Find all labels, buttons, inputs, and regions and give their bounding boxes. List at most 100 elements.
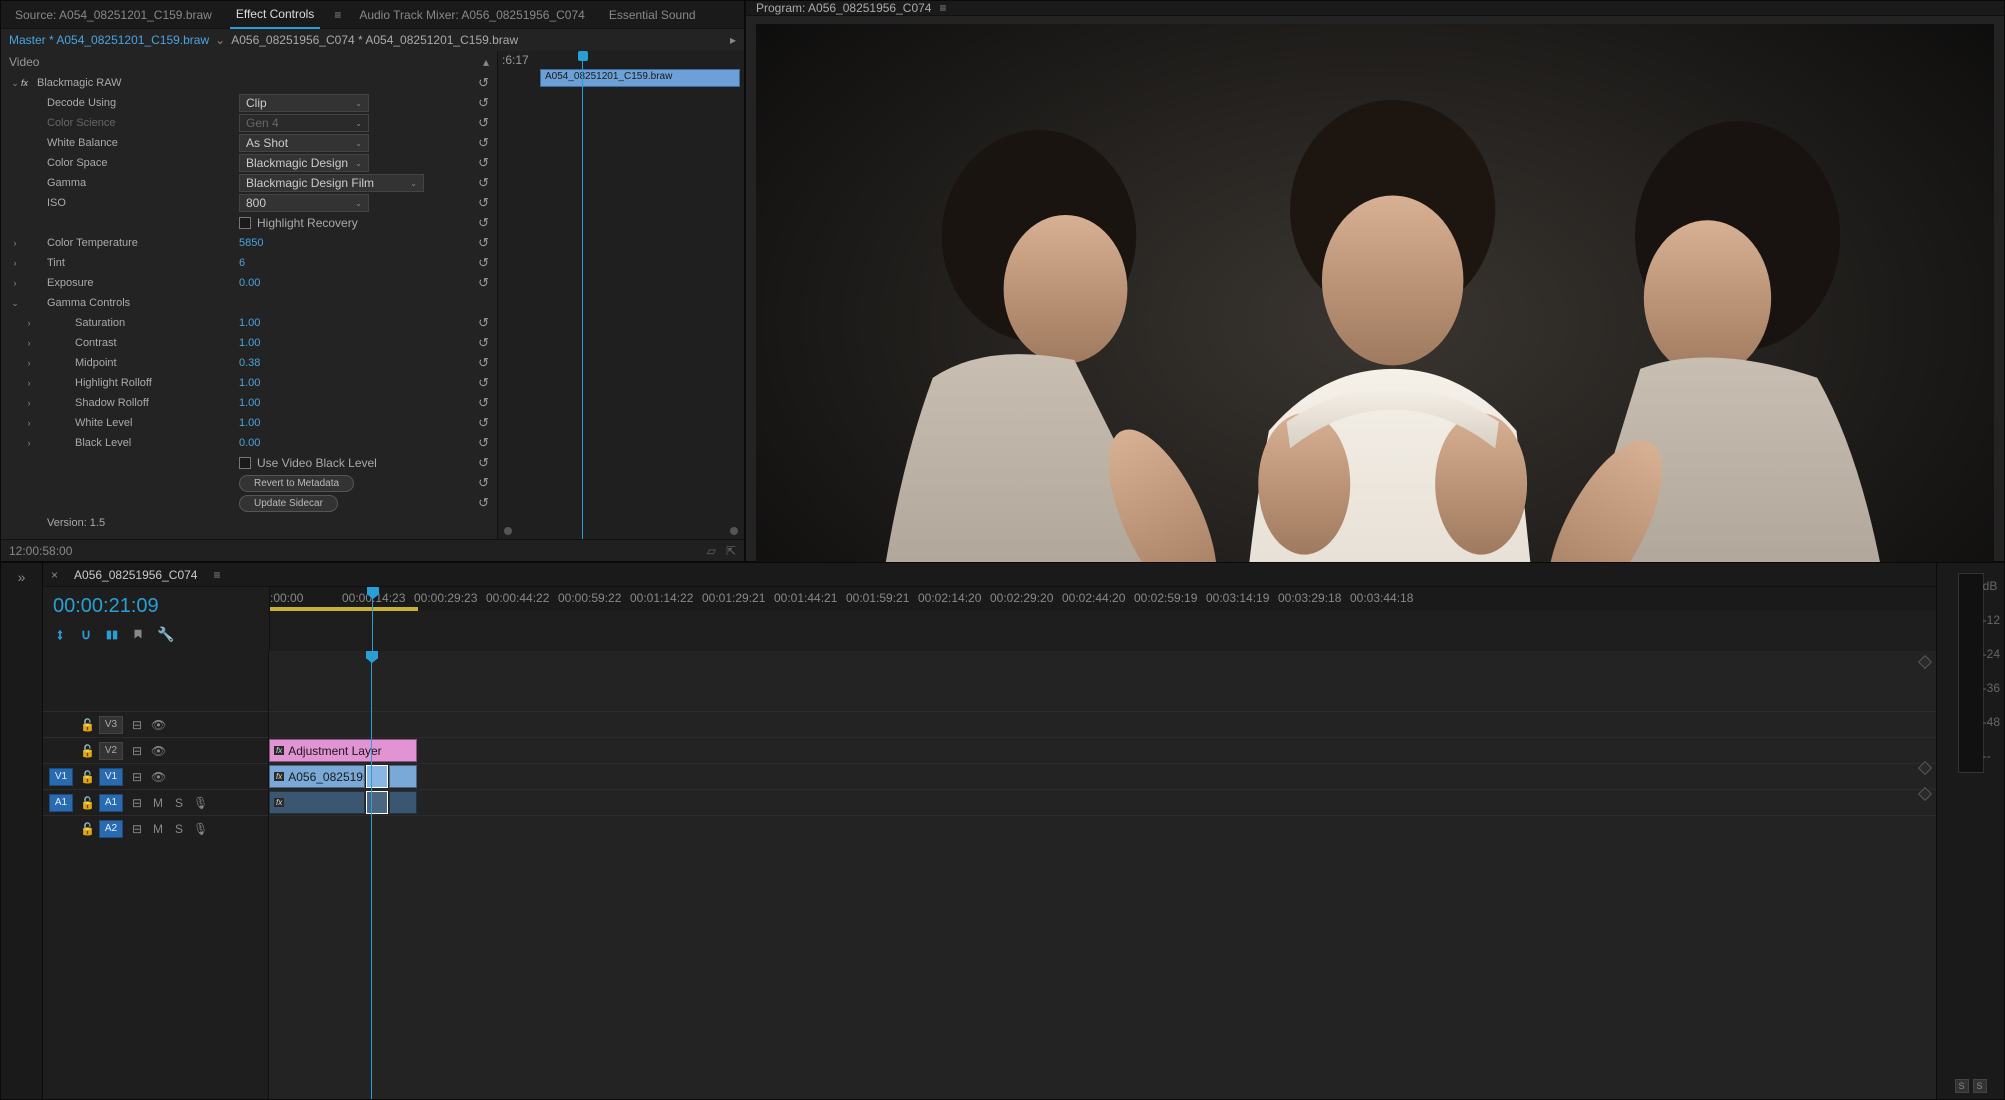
ec-mini-timeline[interactable]: :6:17 A054_08251201_C159.braw xyxy=(498,51,744,539)
track-target-a1[interactable]: A1 xyxy=(99,794,123,812)
eye-icon[interactable]: 👁 xyxy=(151,718,165,732)
track-target-v1[interactable]: V1 xyxy=(99,768,123,786)
reset-icon[interactable]: ↺ xyxy=(478,255,489,271)
track-header-v1[interactable]: V1 🔓 V1 ⊟ 👁 xyxy=(43,763,268,789)
clip-adjustment-layer[interactable]: fxAdjustment Layer xyxy=(269,739,417,762)
disclosure-icon[interactable]: › xyxy=(9,258,21,268)
sequence-tab[interactable]: A056_08251956_C074 xyxy=(68,565,203,585)
clip-video-1[interactable]: fxA056_08251956 xyxy=(269,765,365,788)
eye-icon[interactable]: 👁 xyxy=(151,770,165,784)
track-header-v2[interactable]: 🔓 V2 ⊟ 👁 xyxy=(43,737,268,763)
reset-icon[interactable]: ↺ xyxy=(478,415,489,431)
track-header-v3[interactable]: 🔓 V3 ⊟ 👁 xyxy=(43,711,268,737)
reset-icon[interactable]: ↺ xyxy=(478,275,489,291)
disclosure-icon[interactable]: › xyxy=(23,358,35,368)
ec-master-clip[interactable]: Master * A054_08251201_C159.braw xyxy=(9,33,209,47)
track-header-a2[interactable]: 🔓 A2 ⊟ M S 🎙 xyxy=(43,815,268,841)
track-target-a2[interactable]: A2 xyxy=(99,820,123,838)
reset-icon[interactable]: ↺ xyxy=(478,495,489,511)
linked-selection-icon[interactable] xyxy=(105,628,119,642)
reset-icon[interactable]: ↺ xyxy=(478,435,489,451)
voiceover-icon[interactable]: 🎙 xyxy=(193,822,207,836)
mute-button[interactable]: M xyxy=(151,796,165,810)
value-white-level[interactable]: 1.00 xyxy=(239,417,299,429)
panel-menu-icon[interactable]: ≡ xyxy=(939,1,946,15)
sync-lock-icon[interactable]: ⊟ xyxy=(130,796,144,810)
lock-icon[interactable]: 🔓 xyxy=(80,796,92,810)
disclosure-icon[interactable]: › xyxy=(23,318,35,328)
reset-icon[interactable]: ↺ xyxy=(478,455,489,471)
ec-mini-clip[interactable]: A054_08251201_C159.braw xyxy=(540,69,740,87)
scroll-handle-icon[interactable] xyxy=(730,527,738,535)
solo-button[interactable]: S xyxy=(172,796,186,810)
reset-icon[interactable]: ↺ xyxy=(478,235,489,251)
track-target-v2[interactable]: V2 xyxy=(99,742,123,760)
sync-lock-icon[interactable]: ⊟ xyxy=(130,718,144,732)
disclosure-icon[interactable]: › xyxy=(9,238,21,248)
export-icon[interactable]: ⇱ xyxy=(726,544,736,558)
select-color-space[interactable]: Blackmagic Design⌄ xyxy=(239,154,369,172)
clip-audio-2[interactable] xyxy=(366,791,388,814)
disclosure-icon[interactable]: › xyxy=(23,398,35,408)
tab-effect-controls[interactable]: Effect Controls xyxy=(230,1,320,29)
timeline-timecode[interactable]: 00:00:21:09 xyxy=(53,595,259,618)
panel-menu-icon[interactable]: ≡ xyxy=(334,8,341,22)
voiceover-icon[interactable]: 🎙 xyxy=(193,796,207,810)
snap-icon[interactable] xyxy=(79,628,93,642)
source-patch-v1[interactable]: V1 xyxy=(49,768,73,786)
reset-icon[interactable]: ↺ xyxy=(478,175,489,191)
close-tab-icon[interactable]: × xyxy=(51,568,58,582)
disclosure-icon[interactable]: › xyxy=(23,438,35,448)
nest-icon[interactable] xyxy=(53,628,67,642)
value-shadow-rolloff[interactable]: 1.00 xyxy=(239,397,299,409)
disclosure-icon[interactable]: › xyxy=(9,278,21,288)
checkbox-highlight-recovery[interactable] xyxy=(239,217,251,229)
track-target-v3[interactable]: V3 xyxy=(99,716,123,734)
lock-icon[interactable]: 🔓 xyxy=(80,718,92,732)
reset-icon[interactable]: ↺ xyxy=(478,475,489,491)
select-white-balance[interactable]: As Shot⌄ xyxy=(239,134,369,152)
timeline-tracks[interactable]: fxAdjustment Layer fxA056_08251956 fx xyxy=(269,651,1936,1099)
reset-icon[interactable]: ↺ xyxy=(478,315,489,331)
reset-icon[interactable]: ↺ xyxy=(478,395,489,411)
value-color-temp[interactable]: 5850 xyxy=(239,237,299,249)
clip-audio-1[interactable]: fx xyxy=(269,791,365,814)
scroll-handle-icon[interactable] xyxy=(504,527,512,535)
expand-icon[interactable]: » xyxy=(1,569,42,585)
tab-audio-mixer[interactable]: Audio Track Mixer: A056_08251956_C074 xyxy=(353,2,591,28)
reset-icon[interactable]: ↺ xyxy=(478,375,489,391)
reset-icon[interactable]: ↺ xyxy=(478,195,489,211)
timeline-playhead-line[interactable] xyxy=(371,651,372,1099)
tab-source[interactable]: Source: A054_08251201_C159.braw xyxy=(9,2,218,28)
value-black-level[interactable]: 0.00 xyxy=(239,437,299,449)
reset-icon[interactable]: ↺ xyxy=(478,95,489,111)
disclosure-icon[interactable]: ⌄ xyxy=(9,298,21,309)
select-gamma[interactable]: Blackmagic Design Film⌄ xyxy=(239,174,424,192)
source-patch-a1[interactable]: A1 xyxy=(49,794,73,812)
value-highlight-rolloff[interactable]: 1.00 xyxy=(239,377,299,389)
value-saturation[interactable]: 1.00 xyxy=(239,317,299,329)
meter-solo-button[interactable]: S xyxy=(1955,1079,1969,1093)
tab-essential-sound[interactable]: Essential Sound xyxy=(603,2,702,28)
value-tint[interactable]: 6 xyxy=(239,257,299,269)
disclosure-icon[interactable]: › xyxy=(23,338,35,348)
lock-icon[interactable]: 🔓 xyxy=(80,822,92,836)
value-midpoint[interactable]: 0.38 xyxy=(239,357,299,369)
sync-lock-icon[interactable]: ⊟ xyxy=(130,822,144,836)
zoom-out-icon[interactable]: ▱ xyxy=(707,544,716,558)
reset-icon[interactable]: ↺ xyxy=(478,115,489,131)
settings-wrench-icon[interactable]: 🔧 xyxy=(157,626,174,643)
reset-icon[interactable]: ↺ xyxy=(478,75,489,91)
reset-icon[interactable]: ↺ xyxy=(478,355,489,371)
reset-icon[interactable]: ↺ xyxy=(478,155,489,171)
clip-audio-3[interactable] xyxy=(389,791,417,814)
update-sidecar-button[interactable]: Update Sidecar xyxy=(239,495,338,512)
panel-menu-icon[interactable]: ≡ xyxy=(213,568,220,582)
disclosure-icon[interactable]: ⌄ xyxy=(9,78,21,89)
meter-solo-button[interactable]: S xyxy=(1973,1079,1987,1093)
checkbox-video-black-level[interactable] xyxy=(239,457,251,469)
revert-metadata-button[interactable]: Revert to Metadata xyxy=(239,475,354,492)
sync-lock-icon[interactable]: ⊟ xyxy=(130,770,144,784)
fx-badge-icon[interactable]: fx xyxy=(21,78,35,88)
clip-video-2[interactable] xyxy=(366,765,388,788)
